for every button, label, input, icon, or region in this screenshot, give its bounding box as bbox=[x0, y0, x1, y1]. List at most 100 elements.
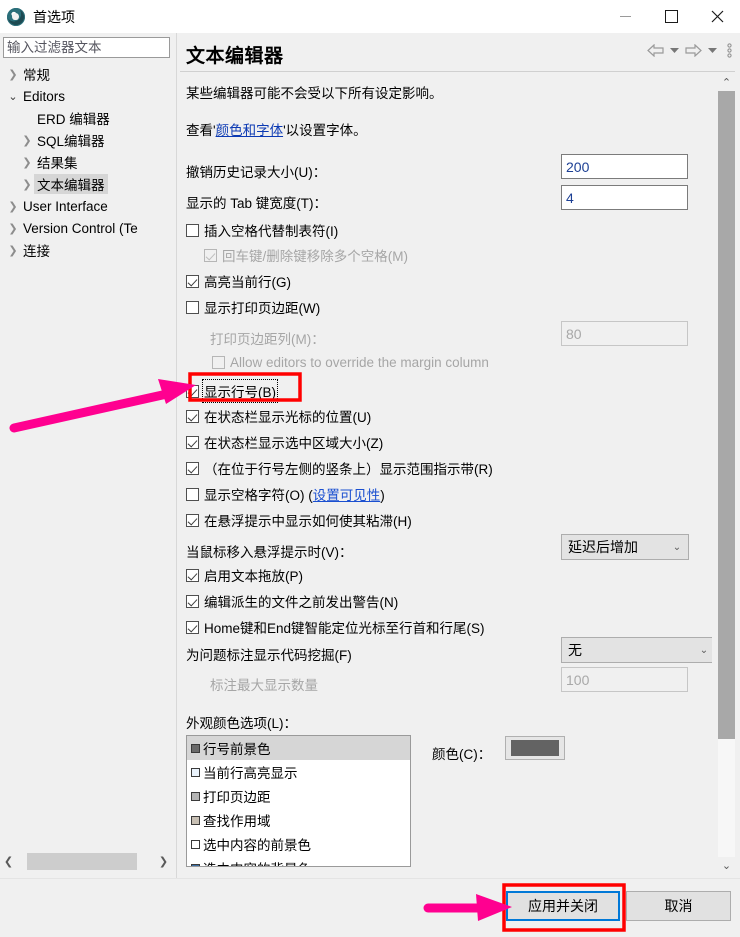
appearance-color-list[interactable]: 行号前景色 当前行高亮显示 打印页边距 查找作用域 选中内容的前景色 bbox=[186, 735, 411, 867]
colors-and-fonts-link[interactable]: 颜色和字体 bbox=[216, 123, 284, 138]
intro-text: 某些编辑器可能不会受以下所有设定影响。 bbox=[186, 86, 443, 101]
color-picker-button[interactable] bbox=[505, 736, 565, 760]
highlight-current-line-checkbox[interactable] bbox=[186, 274, 199, 288]
list-item-label: 选中内容的背景色 bbox=[203, 858, 311, 866]
show-whitespace-label: 显示空格字符(O) (设置可见性) bbox=[204, 484, 385, 504]
show-selection-size-checkbox[interactable] bbox=[186, 435, 199, 449]
show-whitespace-checkbox[interactable] bbox=[186, 487, 199, 501]
chevron-down-icon[interactable] bbox=[708, 47, 717, 54]
chevron-down-icon[interactable]: ⌄ bbox=[718, 857, 735, 874]
sidebar-item-general[interactable]: ❯ 常规 bbox=[0, 63, 178, 85]
warn-derived-file-checkbox[interactable] bbox=[186, 594, 199, 608]
show-whitespace-row[interactable]: 显示空格字符(O) (设置可见性) bbox=[186, 484, 385, 504]
show-selection-size-row[interactable]: 在状态栏显示选中区域大小(Z) bbox=[186, 432, 383, 452]
smart-home-end-row[interactable]: Home键和End键智能定位光标至行首和行尾(S) bbox=[186, 617, 485, 637]
chevron-right-icon[interactable]: ❯ bbox=[155, 853, 172, 870]
code-mining-value: 无 bbox=[568, 642, 582, 658]
chevron-right-icon[interactable]: ❯ bbox=[6, 68, 20, 81]
chevron-down-icon[interactable] bbox=[670, 47, 679, 54]
sticky-hover-label: 在悬浮提示中显示如何使其粘滞(H) bbox=[204, 514, 412, 529]
sidebar-item-user-interface[interactable]: ❯ User Interface bbox=[0, 195, 178, 217]
link-suffix: '以设置字体。 bbox=[283, 123, 367, 138]
show-print-margin-checkbox[interactable] bbox=[186, 300, 199, 314]
chevron-down-icon[interactable]: ⌄ bbox=[693, 645, 712, 656]
list-item[interactable]: 选中内容的背景色 bbox=[187, 856, 410, 866]
show-cursor-position-checkbox[interactable] bbox=[186, 409, 199, 423]
list-item[interactable]: 查找作用域 bbox=[187, 808, 410, 832]
cancel-button[interactable]: 取消 bbox=[626, 891, 731, 921]
button-bar-divider bbox=[0, 878, 740, 879]
sidebar-item-erd-editor[interactable]: ERD 编辑器 bbox=[0, 107, 178, 129]
whitespace-suffix: ) bbox=[380, 488, 385, 503]
show-range-indicator-checkbox[interactable] bbox=[186, 461, 199, 475]
chevron-down-icon[interactable]: ⌄ bbox=[6, 90, 20, 103]
sidebar-item-version-control[interactable]: ❯ Version Control (Te bbox=[0, 217, 178, 239]
list-item[interactable]: 当前行高亮显示 bbox=[187, 760, 410, 784]
sticky-hover-checkbox[interactable] bbox=[186, 513, 199, 527]
sidebar-item-editors[interactable]: ⌄ Editors bbox=[0, 85, 178, 107]
scroll-track[interactable] bbox=[17, 853, 155, 870]
sidebar-horizontal-scrollbar[interactable]: ❮ ❯ bbox=[0, 853, 172, 870]
chevron-down-icon[interactable]: ⌄ bbox=[666, 542, 688, 553]
chevron-right-icon[interactable]: ❯ bbox=[6, 222, 20, 235]
chevron-right-icon[interactable]: ❯ bbox=[20, 178, 34, 191]
page-title: 文本编辑器 bbox=[186, 46, 284, 67]
tab-width-input[interactable] bbox=[561, 185, 688, 210]
chevron-right-icon[interactable]: ❯ bbox=[6, 200, 20, 213]
chevron-right-icon[interactable]: ❯ bbox=[20, 134, 34, 147]
selected-color-swatch bbox=[511, 740, 559, 756]
scroll-track[interactable] bbox=[718, 91, 735, 857]
code-mining-label: 为问题标注显示代码挖掘(F) bbox=[186, 648, 352, 663]
text-drag-drop-row[interactable]: 启用文本拖放(P) bbox=[186, 565, 303, 585]
max-annotations-label: 标注最大显示数量 bbox=[210, 678, 318, 693]
list-item[interactable]: 选中内容的前景色 bbox=[187, 832, 410, 856]
sidebar-item-sql-editor[interactable]: ❯ SQL编辑器 bbox=[0, 129, 178, 151]
show-line-numbers-checkbox[interactable] bbox=[186, 384, 199, 398]
font-link-line: 查看'颜色和字体'以设置字体。 bbox=[186, 119, 367, 139]
filter-input[interactable] bbox=[3, 37, 170, 58]
arrow-right-icon[interactable] bbox=[685, 44, 702, 57]
list-item[interactable]: 打印页边距 bbox=[187, 784, 410, 808]
warn-derived-file-row[interactable]: 编辑派生的文件之前发出警告(N) bbox=[186, 591, 398, 611]
insert-spaces-checkbox[interactable] bbox=[186, 223, 199, 237]
show-cursor-position-row[interactable]: 在状态栏显示光标的位置(U) bbox=[186, 406, 371, 426]
chevron-right-icon[interactable]: ❯ bbox=[6, 244, 20, 257]
remove-multiple-spaces-label: 回车键/删除键移除多个空格(M) bbox=[222, 249, 408, 264]
list-item[interactable]: 行号前景色 bbox=[187, 736, 410, 760]
hover-enrich-combo[interactable]: 延迟后增加 ⌄ bbox=[561, 534, 689, 560]
show-range-indicator-row[interactable]: （在位于行号左侧的竖条上）显示范围指示带(R) bbox=[186, 458, 493, 478]
page-vertical-scrollbar[interactable]: ⌃ ⌄ bbox=[718, 74, 735, 874]
chevron-right-icon[interactable]: ❯ bbox=[20, 156, 34, 169]
show-print-margin-row[interactable]: 显示打印页边距(W) bbox=[186, 297, 320, 317]
scroll-thumb[interactable] bbox=[718, 91, 735, 739]
vertical-ellipsis-icon[interactable] bbox=[727, 43, 732, 58]
sticky-hover-row[interactable]: 在悬浮提示中显示如何使其粘滞(H) bbox=[186, 510, 412, 530]
preferences-tree[interactable]: ❯ 常规 ⌄ Editors ERD 编辑器 ❯ SQL编辑器 ❯ 结果集 ❯ … bbox=[0, 63, 178, 853]
chevron-up-icon[interactable]: ⌃ bbox=[718, 74, 735, 91]
sidebar-item-text-editor[interactable]: ❯ 文本编辑器 bbox=[0, 173, 178, 195]
text-drag-drop-checkbox[interactable] bbox=[186, 568, 199, 582]
show-line-numbers-row[interactable]: 显示行号(B) bbox=[186, 379, 278, 403]
remove-multiple-spaces-checkbox bbox=[204, 248, 217, 262]
arrow-left-icon[interactable] bbox=[647, 44, 664, 57]
allow-override-margin-checkbox bbox=[212, 356, 225, 369]
preferences-dialog: ❯ 常规 ⌄ Editors ERD 编辑器 ❯ SQL编辑器 ❯ 结果集 ❯ … bbox=[0, 33, 740, 878]
warn-derived-file-label: 编辑派生的文件之前发出警告(N) bbox=[204, 595, 399, 610]
undo-history-input[interactable] bbox=[561, 154, 688, 179]
code-mining-combo[interactable]: 无 ⌄ bbox=[561, 637, 712, 663]
smart-home-end-checkbox[interactable] bbox=[186, 620, 199, 634]
max-annotations-input bbox=[561, 667, 688, 692]
sidebar-item-connections[interactable]: ❯ 连接 bbox=[0, 239, 178, 261]
whitespace-visibility-link[interactable]: 设置可见性 bbox=[313, 488, 381, 503]
chevron-left-icon[interactable]: ❮ bbox=[0, 853, 17, 870]
apply-and-close-button[interactable]: 应用并关闭 bbox=[506, 891, 620, 921]
highlight-current-line-row[interactable]: 高亮当前行(G) bbox=[186, 271, 291, 291]
close-icon[interactable] bbox=[694, 0, 740, 33]
maximize-icon[interactable] bbox=[648, 0, 694, 33]
dialog-button-bar: 应用并关闭 取消 bbox=[0, 878, 740, 937]
insert-spaces-row[interactable]: 插入空格代替制表符(I) bbox=[186, 220, 338, 240]
scroll-thumb[interactable] bbox=[27, 853, 137, 870]
sidebar-item-result-set[interactable]: ❯ 结果集 bbox=[0, 151, 178, 173]
list-item-label: 选中内容的前景色 bbox=[203, 838, 311, 853]
minimize-icon[interactable] bbox=[602, 0, 648, 33]
